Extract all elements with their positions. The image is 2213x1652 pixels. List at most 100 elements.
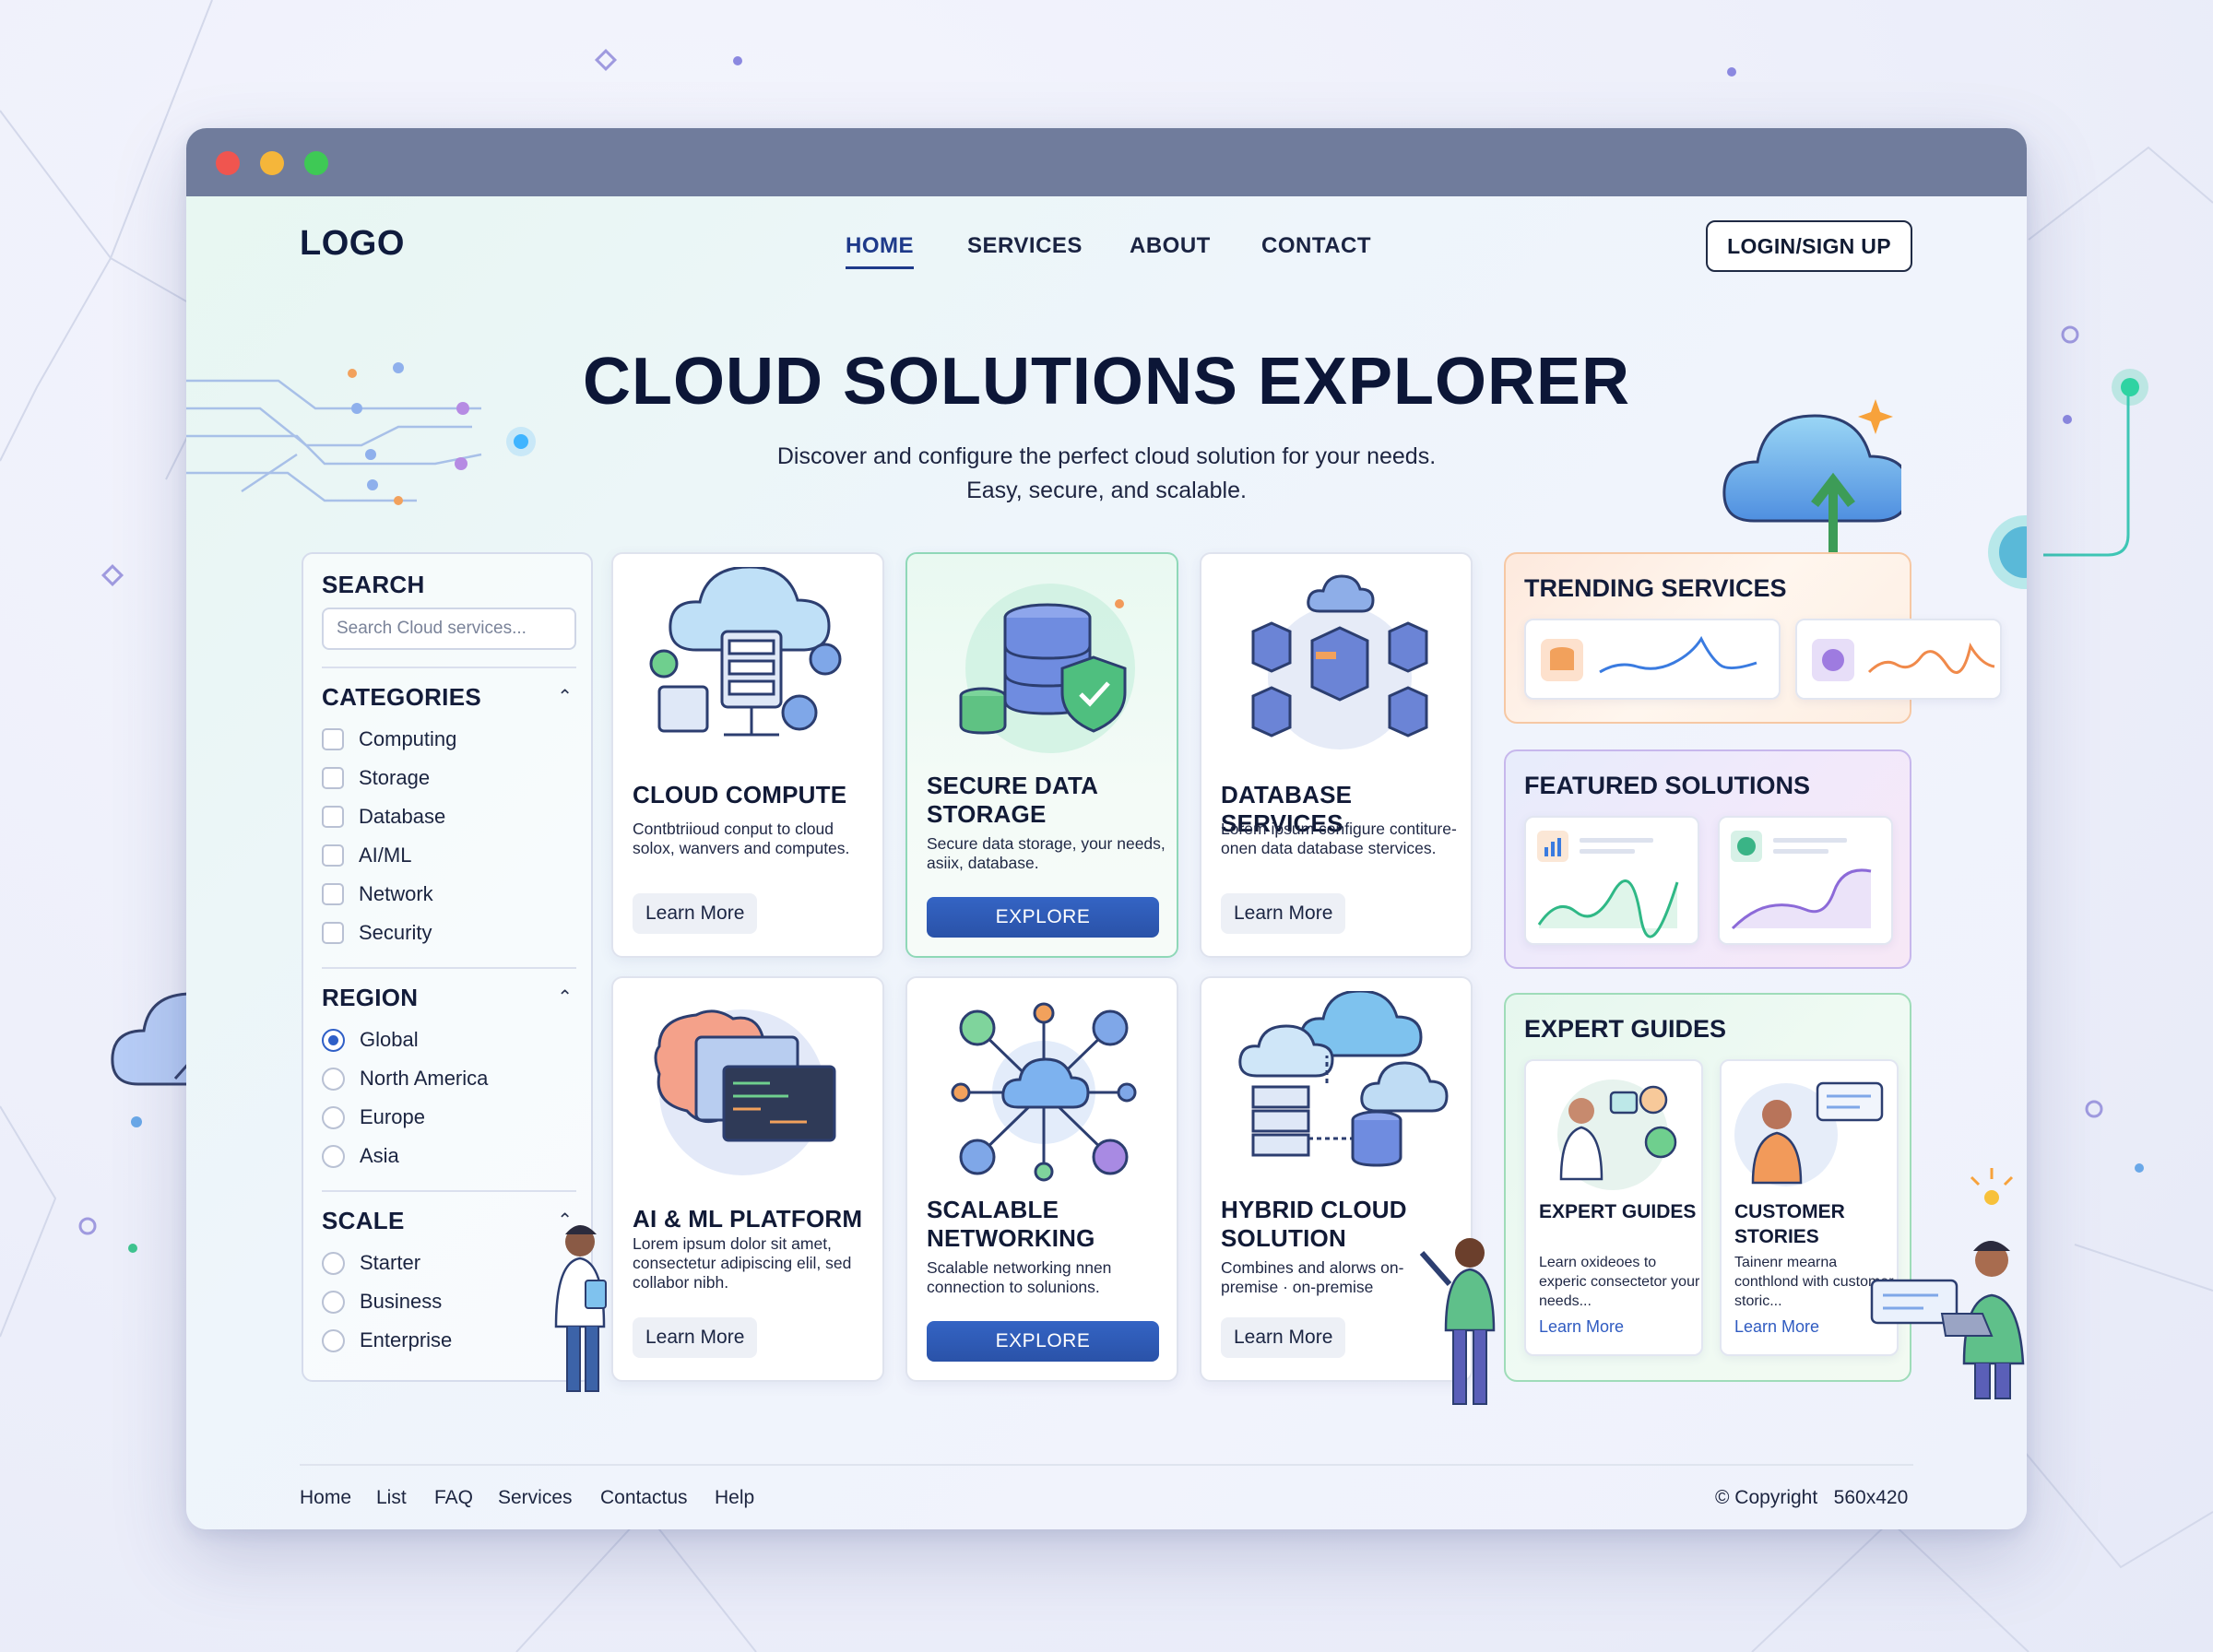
search-input[interactable]: Search Cloud services... bbox=[322, 608, 576, 650]
close-window-button[interactable] bbox=[216, 151, 240, 175]
scale-starter[interactable]: Starter bbox=[322, 1251, 420, 1275]
category-network[interactable]: Network bbox=[322, 882, 433, 906]
cloud-compute-icon bbox=[649, 567, 842, 737]
cloud-upload-illustration bbox=[1722, 399, 1901, 574]
option-label: Business bbox=[360, 1290, 443, 1313]
card-cloud-compute[interactable]: CLOUD COMPUTE Contbtriioud conput to clo… bbox=[611, 552, 884, 958]
checkbox[interactable] bbox=[322, 922, 344, 944]
radio-button[interactable] bbox=[322, 1144, 345, 1168]
card-description: Secure data storage, your needs, asiix, … bbox=[927, 834, 1166, 872]
site-logo[interactable]: LOGO bbox=[300, 224, 405, 264]
panel-title: EXPERT GUIDES bbox=[1524, 1015, 1727, 1043]
secure-storage-icon bbox=[959, 584, 1135, 753]
radio-button[interactable] bbox=[322, 1328, 345, 1352]
learn-more-link[interactable]: Learn More bbox=[1539, 1317, 1624, 1337]
login-signup-button[interactable]: LOGIN/SIGN UP bbox=[1706, 220, 1912, 272]
option-label: Enterprise bbox=[360, 1328, 453, 1351]
radio-button[interactable] bbox=[322, 1290, 345, 1314]
learn-more-button[interactable]: Learn More bbox=[633, 1317, 758, 1358]
radio-button[interactable] bbox=[322, 1028, 345, 1052]
maximize-window-button[interactable] bbox=[304, 151, 328, 175]
brain-icon bbox=[1737, 837, 1756, 856]
card-description: Lorem ipsum configure contiture-onen dat… bbox=[1221, 820, 1457, 857]
explore-button[interactable]: EXPLORE bbox=[927, 897, 1159, 938]
featured-item[interactable] bbox=[1718, 816, 1893, 945]
learn-more-button[interactable]: Learn More bbox=[1221, 1317, 1346, 1358]
categories-heading: CATEGORIES bbox=[322, 683, 481, 711]
guide-title: EXPERT GUIDES bbox=[1539, 1201, 1697, 1222]
learn-more-button[interactable]: Learn More bbox=[633, 893, 758, 934]
radio-button[interactable] bbox=[322, 1105, 345, 1129]
divider bbox=[322, 967, 576, 969]
trending-item[interactable] bbox=[1795, 619, 2002, 700]
category-security[interactable]: Security bbox=[322, 921, 432, 945]
footer-link-faq[interactable]: FAQ bbox=[434, 1487, 473, 1509]
nav-about[interactable]: ABOUT bbox=[1130, 233, 1211, 259]
option-label: Database bbox=[359, 805, 446, 828]
radio-button[interactable] bbox=[322, 1067, 345, 1091]
card-title: SCALABLE NETWORKING bbox=[927, 1196, 1095, 1252]
explore-button[interactable]: EXPLORE bbox=[927, 1321, 1159, 1362]
checkbox[interactable] bbox=[322, 767, 344, 789]
database-icon bbox=[1550, 647, 1574, 670]
scale-business[interactable]: Business bbox=[322, 1290, 442, 1314]
featured-chart bbox=[1537, 831, 1679, 938]
learn-more-link[interactable]: Learn More bbox=[1734, 1317, 1819, 1337]
footer-link-home[interactable]: Home bbox=[300, 1487, 351, 1509]
option-label: AI/ML bbox=[359, 844, 412, 867]
region-europe[interactable]: Europe bbox=[322, 1105, 425, 1129]
region-heading: REGION bbox=[322, 984, 419, 1011]
checkbox[interactable] bbox=[322, 806, 344, 828]
option-label: Starter bbox=[360, 1251, 421, 1274]
nav-services[interactable]: SERVICES bbox=[967, 233, 1083, 259]
region-asia[interactable]: Asia bbox=[322, 1144, 399, 1168]
chevron-up-icon[interactable]: ⌃ bbox=[557, 985, 573, 1009]
divider bbox=[322, 1190, 576, 1192]
radio-button[interactable] bbox=[322, 1251, 345, 1275]
minimize-window-button[interactable] bbox=[260, 151, 284, 175]
category-storage[interactable]: Storage bbox=[322, 766, 430, 790]
brain-icon bbox=[1822, 649, 1844, 671]
trending-services-panel: TRENDING SERVICES bbox=[1504, 552, 2002, 724]
region-global[interactable]: Global bbox=[322, 1028, 419, 1052]
scientist-person-illustration bbox=[554, 1225, 607, 1392]
hybrid-cloud-icon bbox=[1238, 991, 1449, 1167]
card-scalable-networking[interactable]: SCALABLE NETWORKING Scalable networking … bbox=[905, 976, 1178, 1382]
nav-home[interactable]: HOME bbox=[846, 233, 914, 269]
trending-sparkline bbox=[1812, 639, 1995, 681]
panel-title: FEATURED SOLUTIONS bbox=[1524, 772, 1810, 799]
footer-copyright: © Copyright 560x420 bbox=[1715, 1487, 1909, 1508]
featured-chart bbox=[1731, 831, 1872, 930]
learn-more-button[interactable]: Learn More bbox=[1221, 893, 1346, 934]
chevron-up-icon[interactable]: ⌃ bbox=[557, 685, 573, 708]
category-database[interactable]: Database bbox=[322, 805, 445, 829]
card-title: AI & ML PLATFORM bbox=[633, 1205, 863, 1233]
laptop-person-illustration bbox=[1870, 1168, 2025, 1399]
card-title: SECURE DATA STORAGE bbox=[927, 772, 1098, 828]
card-database-services[interactable]: DATABASE SERVICES Lorem ipsum configure … bbox=[1200, 552, 1473, 958]
nav-contact[interactable]: CONTACT bbox=[1261, 233, 1371, 259]
checkbox[interactable] bbox=[322, 728, 344, 750]
category-computing[interactable]: Computing bbox=[322, 727, 456, 751]
database-icon bbox=[1251, 574, 1428, 749]
category-aiml[interactable]: AI/ML bbox=[322, 844, 411, 867]
card-secure-data-storage[interactable]: SECURE DATA STORAGE Secure data storage,… bbox=[905, 552, 1178, 958]
region-north-america[interactable]: North America bbox=[322, 1067, 488, 1091]
footer-link-help[interactable]: Help bbox=[715, 1487, 754, 1509]
scale-enterprise[interactable]: Enterprise bbox=[322, 1328, 452, 1352]
browser-window: LOGO HOME SERVICES ABOUT CONTACT LOGIN/S… bbox=[186, 128, 2027, 1529]
footer-divider bbox=[300, 1464, 1913, 1466]
checkbox[interactable] bbox=[322, 883, 344, 905]
option-label: Computing bbox=[359, 727, 457, 750]
expert-guides-panel: EXPERT GUIDES EXPERT GUIDES Learn oxideo… bbox=[1504, 993, 1911, 1382]
featured-item[interactable] bbox=[1524, 816, 1699, 945]
trending-item[interactable] bbox=[1524, 619, 1781, 700]
checkbox[interactable] bbox=[322, 844, 344, 867]
footer-link-contactus[interactable]: Contactus bbox=[600, 1487, 688, 1509]
card-description: Combines and alorws on-premise · on-prem… bbox=[1221, 1258, 1404, 1296]
card-ai-ml-platform[interactable]: AI & ML PLATFORM Lorem ipsum dolor sit a… bbox=[611, 976, 884, 1382]
guide-card-expert-guides[interactable]: EXPERT GUIDES Learn oxideoes to experic … bbox=[1524, 1059, 1703, 1356]
footer-link-list[interactable]: List bbox=[376, 1487, 407, 1509]
footer-link-services[interactable]: Services bbox=[498, 1487, 573, 1509]
featured-solutions-panel: FEATURED SOLUTIONS bbox=[1504, 749, 1911, 969]
